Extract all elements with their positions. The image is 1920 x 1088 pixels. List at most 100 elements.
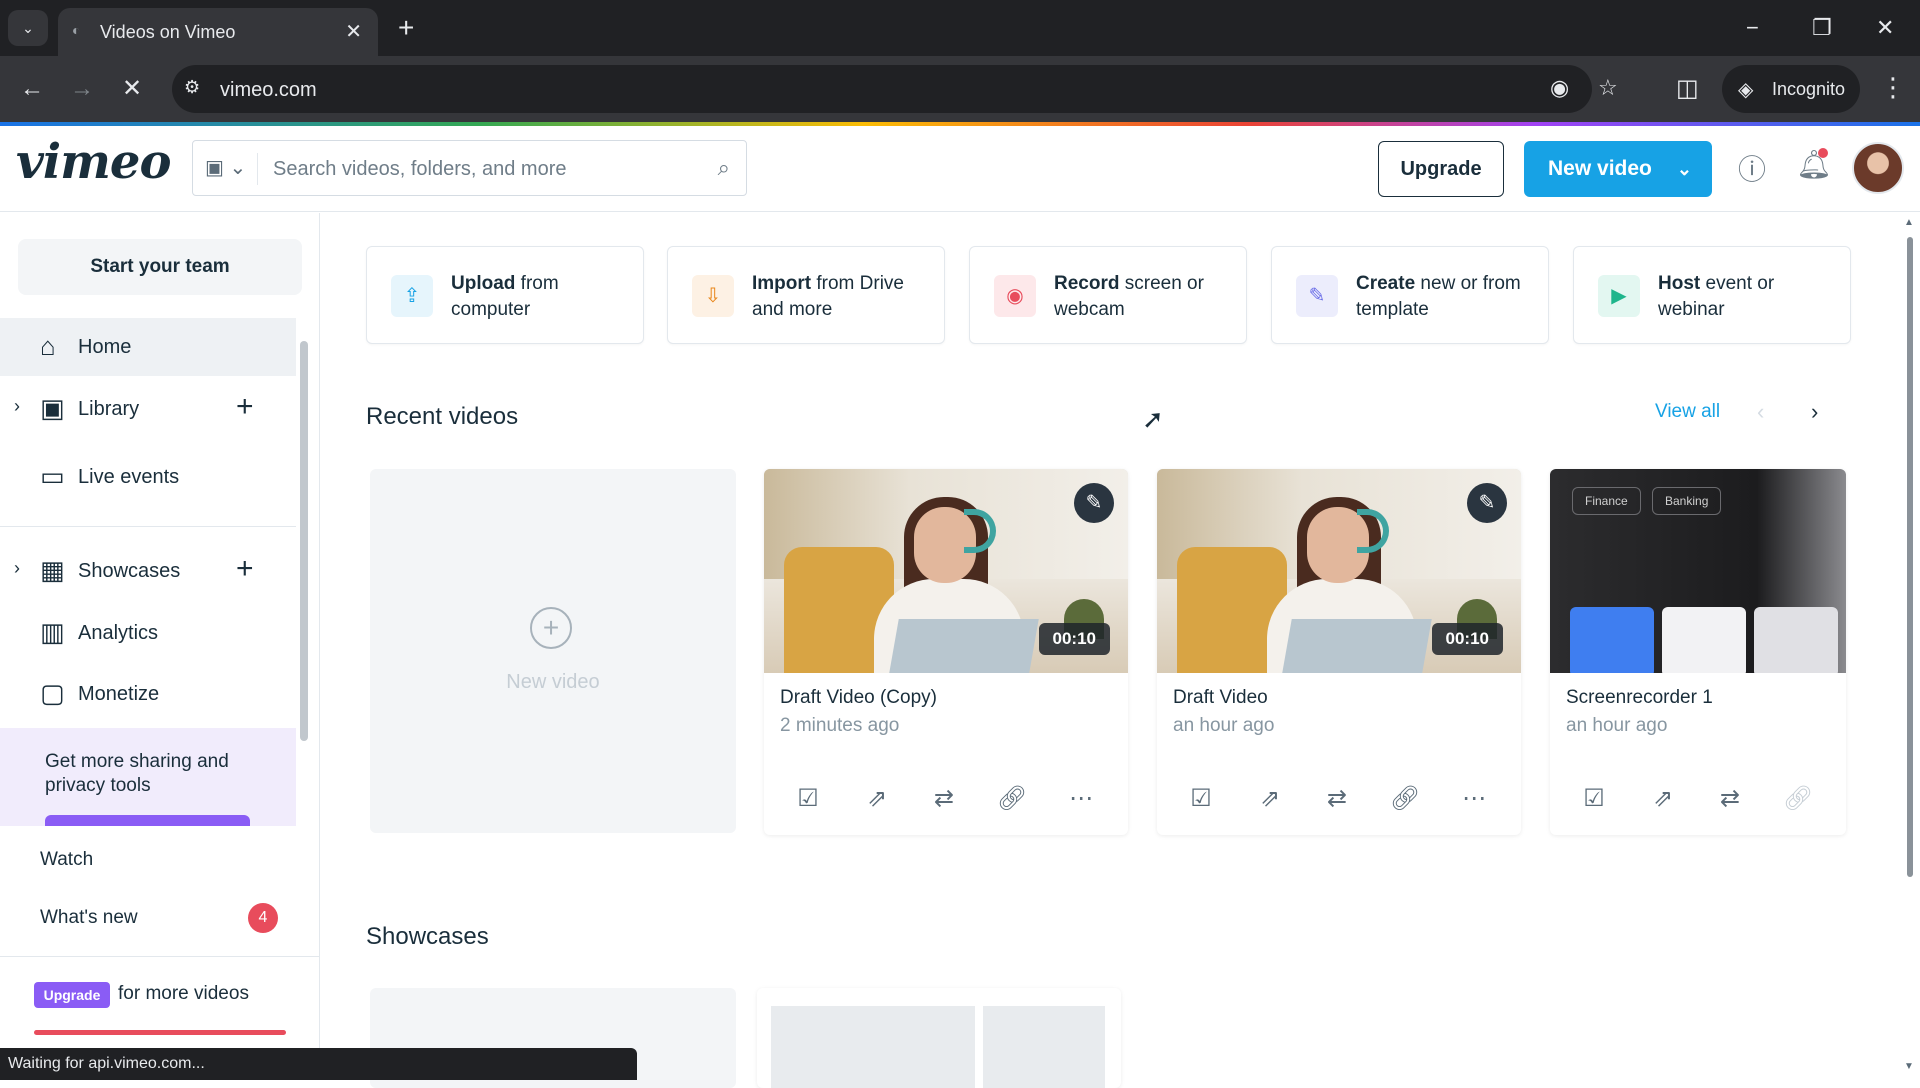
- search-scope-dropdown-icon[interactable]: ▣ ⌄: [205, 155, 246, 180]
- upgrade-button[interactable]: Upgrade: [1378, 141, 1504, 197]
- start-team-button[interactable]: Start your team: [18, 239, 302, 295]
- sidebar-item-library[interactable]: › ▣ Library +: [0, 380, 296, 438]
- chevron-left-icon[interactable]: ‹: [1757, 399, 1764, 425]
- search-input[interactable]: [273, 151, 673, 187]
- upgrade-text: for more videos: [118, 983, 249, 1004]
- window-close-icon[interactable]: ✕: [1876, 10, 1894, 46]
- sidebar-divider: [0, 526, 296, 527]
- sidebar-divider: [0, 956, 320, 957]
- notification-dot: [1818, 148, 1828, 158]
- vimeo-logo[interactable]: vimeo: [16, 134, 171, 190]
- address-bar[interactable]: ⚙ vimeo.com ◉ ☆: [172, 65, 1618, 113]
- video-time: an hour ago: [1566, 715, 1668, 736]
- camera-icon: ▭: [40, 461, 65, 491]
- video-thumbnail[interactable]: Finance Banking: [1550, 469, 1846, 673]
- more-options-icon[interactable]: ⋯: [1061, 781, 1101, 817]
- help-icon[interactable]: ⓘ: [1738, 148, 1766, 188]
- thumbnail-chip: Banking: [1652, 487, 1722, 515]
- sidebar-item-showcases[interactable]: › ▦ Showcases +: [0, 542, 296, 600]
- search-divider: [257, 153, 258, 185]
- minimize-icon[interactable]: −: [1746, 10, 1759, 46]
- bookmark-star-icon[interactable]: ☆: [1598, 75, 1618, 101]
- share-icon[interactable]: ⇗: [857, 781, 897, 817]
- video-card[interactable]: ✎ 00:10 Draft Video (Copy) 2 minutes ago…: [764, 469, 1128, 835]
- link-icon[interactable]: 🔗︎: [992, 781, 1032, 817]
- library-icon: ▣: [40, 393, 65, 423]
- new-tab-button[interactable]: +: [398, 10, 414, 46]
- replace-icon[interactable]: ⇄: [924, 781, 964, 817]
- browser-menu-icon[interactable]: ⋮: [1880, 72, 1906, 103]
- share-icon[interactable]: ⇗: [1250, 781, 1290, 817]
- new-video-tile[interactable]: + New video: [370, 469, 736, 833]
- forward-icon[interactable]: →: [70, 72, 94, 106]
- thumbnail-graphic: [1570, 607, 1654, 673]
- video-title[interactable]: Screenrecorder 1: [1566, 687, 1713, 709]
- thumbnail-chip: Finance: [1572, 487, 1641, 515]
- video-card[interactable]: Finance Banking Screenrecorder 1 an hour…: [1550, 469, 1846, 835]
- avatar[interactable]: [1852, 142, 1904, 194]
- sidebar-scrollbar[interactable]: [300, 341, 308, 741]
- main-content: ⇪ Upload from computer ⇩ Import from Dri…: [321, 213, 1899, 1088]
- site-info-icon[interactable]: ⚙: [184, 77, 200, 98]
- sidebar-item-monetize[interactable]: ▢ Monetize: [0, 665, 296, 723]
- create-icon: ✎: [1296, 275, 1338, 317]
- replace-icon[interactable]: ⇄: [1317, 781, 1357, 817]
- video-thumbnail[interactable]: ✎ 00:10: [764, 469, 1128, 673]
- view-all-link[interactable]: View all: [1655, 401, 1720, 423]
- app-header: vimeo ▣ ⌄ ⌕ Upgrade New video ⌄ ⓘ 🔔︎: [0, 126, 1920, 212]
- chevron-down-icon: ⌄: [1676, 159, 1692, 179]
- chevron-right-icon[interactable]: ›: [1811, 399, 1818, 425]
- create-card[interactable]: ✎ Create new or from template: [1271, 246, 1549, 344]
- edit-video-icon[interactable]: ✎: [1074, 483, 1114, 523]
- import-card[interactable]: ⇩ Import from Drive and more: [667, 246, 945, 344]
- link-icon[interactable]: 🔗︎: [1385, 781, 1425, 817]
- eye-off-icon[interactable]: ◉: [1550, 75, 1569, 101]
- review-icon[interactable]: ☑: [788, 781, 828, 817]
- import-card-text: Import from Drive and more: [752, 273, 905, 320]
- sidebar-item-analytics[interactable]: ▥ Analytics: [0, 604, 296, 662]
- incognito-indicator[interactable]: ◈ Incognito: [1722, 65, 1860, 113]
- video-card[interactable]: ✎ 00:10 Draft Video an hour ago ☑ ⇗ ⇄ 🔗︎…: [1157, 469, 1521, 835]
- new-video-button[interactable]: New video ⌄: [1524, 141, 1712, 197]
- video-thumbnail[interactable]: ✎ 00:10: [1157, 469, 1521, 673]
- close-tab-icon[interactable]: ✕: [345, 19, 362, 44]
- sidebar-item-watch[interactable]: Watch: [40, 849, 93, 871]
- sidebar-item-whats-new[interactable]: What's new: [40, 907, 138, 929]
- review-icon[interactable]: ☑: [1574, 781, 1614, 817]
- replace-icon[interactable]: ⇄: [1710, 781, 1750, 817]
- add-library-icon[interactable]: +: [236, 390, 254, 424]
- upgrade-badge[interactable]: Upgrade: [34, 982, 110, 1008]
- promo-button[interactable]: [45, 815, 250, 826]
- scroll-down-icon[interactable]: ▼: [1904, 1061, 1914, 1072]
- host-card[interactable]: ▶ Host event or webinar: [1573, 246, 1851, 344]
- scroll-up-icon[interactable]: ▲: [1904, 217, 1914, 228]
- chevron-right-icon[interactable]: ›: [14, 558, 20, 579]
- search-icon[interactable]: ⌕: [718, 155, 730, 181]
- review-icon[interactable]: ☑: [1181, 781, 1221, 817]
- share-icon[interactable]: ⇗: [1643, 781, 1683, 817]
- chevron-right-icon[interactable]: ›: [14, 396, 20, 417]
- sidebar-item-live-events[interactable]: ▭ Live events: [0, 448, 296, 506]
- restore-icon[interactable]: ❐: [1812, 10, 1832, 46]
- browser-tab[interactable]: ◐ Videos on Vimeo ✕: [58, 8, 378, 56]
- link-icon[interactable]: 🔗︎: [1778, 781, 1818, 817]
- sidebar-item-home[interactable]: ⌂ Home: [0, 318, 296, 376]
- create-card-text: Create new or from template: [1356, 273, 1521, 320]
- side-panel-icon[interactable]: ◫: [1676, 72, 1699, 106]
- video-title[interactable]: Draft Video: [1173, 687, 1268, 709]
- edit-video-icon[interactable]: ✎: [1467, 483, 1507, 523]
- record-card[interactable]: ◉ Record screen or webcam: [969, 246, 1247, 344]
- video-time: an hour ago: [1173, 715, 1275, 736]
- host-card-text: Host event or webinar: [1658, 273, 1775, 320]
- tab-list-button[interactable]: ⌄: [8, 10, 48, 46]
- add-showcase-icon[interactable]: +: [236, 552, 254, 586]
- video-title[interactable]: Draft Video (Copy): [780, 687, 937, 709]
- video-duration: 00:10: [1038, 623, 1110, 655]
- stop-loading-icon[interactable]: ✕: [122, 72, 142, 106]
- page-scrollbar-thumb[interactable]: [1907, 237, 1913, 877]
- more-options-icon[interactable]: ⋯: [1454, 781, 1494, 817]
- back-icon[interactable]: ←: [20, 72, 44, 106]
- showcase-card[interactable]: [757, 988, 1121, 1088]
- page-scrollbar[interactable]: ▲ ▼: [1899, 213, 1920, 1080]
- upload-card[interactable]: ⇪ Upload from computer: [366, 246, 644, 344]
